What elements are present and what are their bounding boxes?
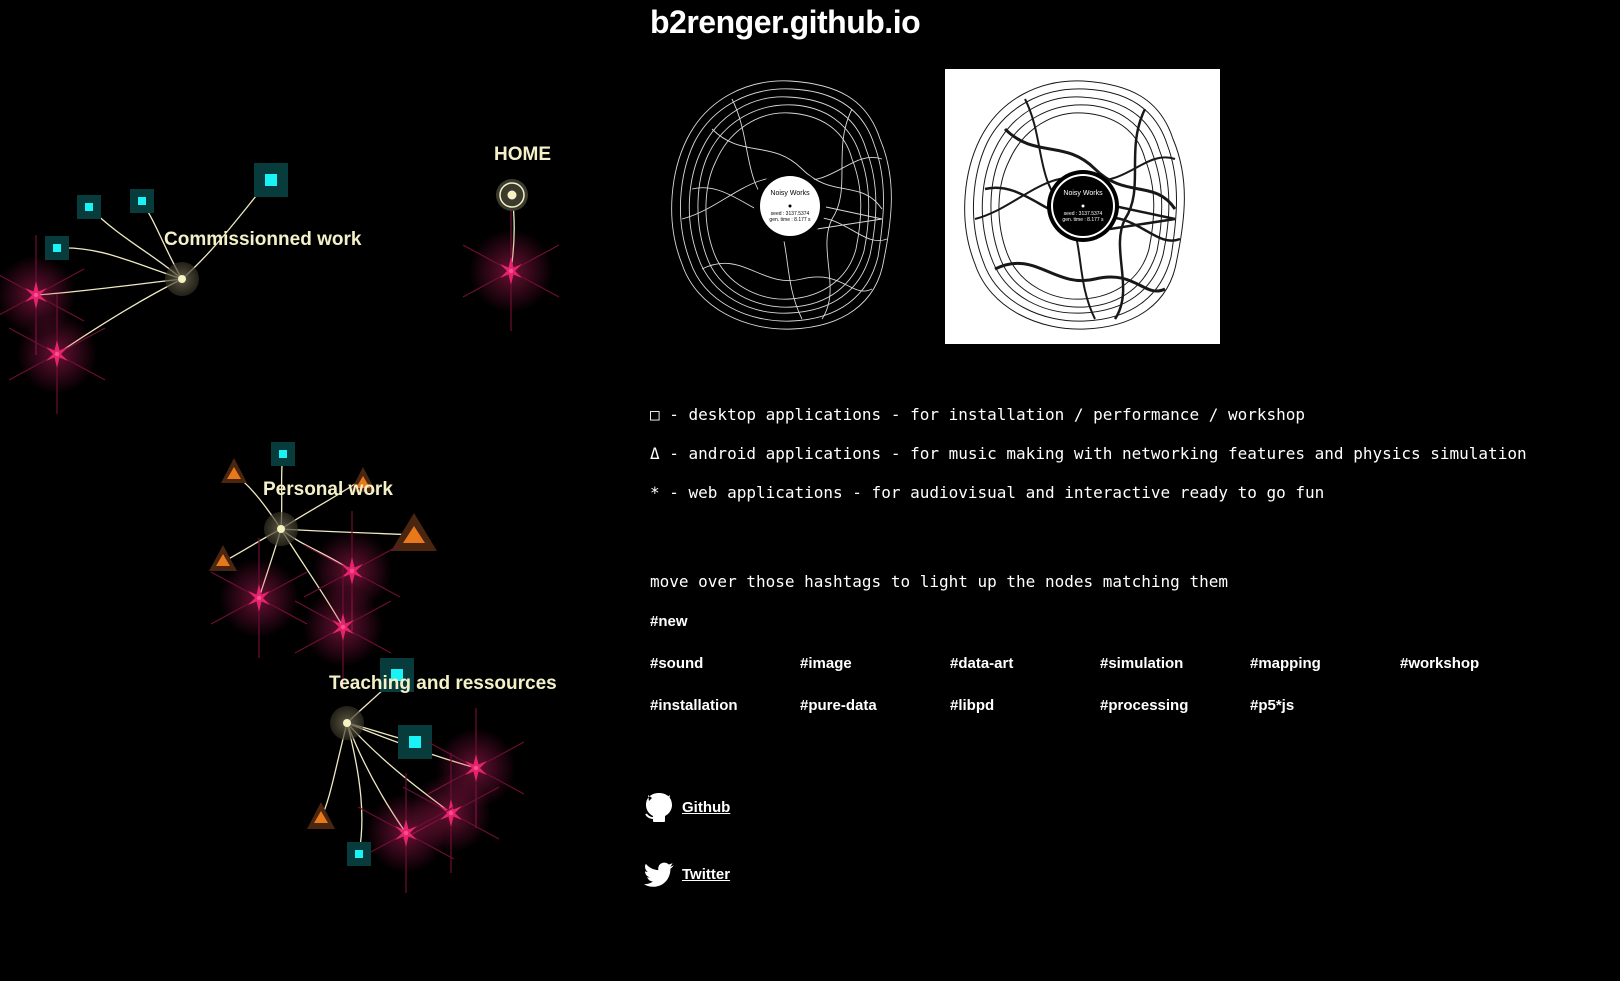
commissioned-hub[interactable] bbox=[165, 262, 199, 296]
preview-light-gentime: gen. time : 8.177 s bbox=[1062, 217, 1104, 223]
desktop-square-node[interactable] bbox=[398, 725, 432, 759]
android-triangle-node[interactable] bbox=[307, 802, 335, 829]
preview-light-title: Noisy Works bbox=[1063, 190, 1103, 197]
preview-dark-gentime: gen. time : 8.177 s bbox=[769, 217, 811, 223]
tag-installation[interactable]: #installation bbox=[650, 697, 738, 714]
android-triangle-node[interactable] bbox=[221, 458, 247, 483]
tag-p5js[interactable]: #p5*js bbox=[1250, 697, 1294, 714]
desktop-square-node[interactable] bbox=[77, 195, 101, 219]
github-icon[interactable] bbox=[642, 790, 676, 824]
tag-mapping[interactable]: #mapping bbox=[1250, 655, 1321, 672]
legend-android: Δ - android applications - for music mak… bbox=[650, 444, 1527, 463]
web-star-node[interactable] bbox=[462, 210, 560, 332]
hashtag-hint: move over those hashtags to light up the… bbox=[650, 572, 1228, 591]
desktop-square-node[interactable] bbox=[45, 236, 69, 260]
project-graph[interactable]: HOME Commissionned work Personal work Te… bbox=[0, 0, 600, 981]
site-title: b2renger.github.io bbox=[650, 4, 921, 40]
desktop-square-node[interactable] bbox=[271, 442, 295, 466]
home-label[interactable]: HOME bbox=[494, 144, 551, 165]
tag-sound[interactable]: #sound bbox=[650, 655, 703, 672]
tag-pure-data[interactable]: #pure-data bbox=[800, 697, 877, 714]
desktop-square-node[interactable] bbox=[130, 189, 154, 213]
personal-hub[interactable] bbox=[264, 512, 298, 546]
personal-label[interactable]: Personal work bbox=[263, 479, 393, 500]
desktop-square-node[interactable] bbox=[347, 842, 371, 866]
android-triangle-node[interactable] bbox=[209, 545, 237, 571]
commissioned-label[interactable]: Commissionned work bbox=[164, 229, 362, 250]
preview-dark-title: Noisy Works bbox=[770, 190, 810, 197]
home-node[interactable] bbox=[496, 179, 528, 211]
legend-desktop: □ - desktop applications - for installat… bbox=[650, 405, 1306, 424]
github-link[interactable]: Github bbox=[682, 799, 730, 816]
teaching-hub[interactable] bbox=[330, 706, 364, 740]
tag-simulation[interactable]: #simulation bbox=[1100, 655, 1183, 672]
twitter-link[interactable]: Twitter bbox=[682, 866, 730, 883]
github-link-row[interactable]: Github bbox=[642, 789, 730, 825]
tag-workshop[interactable]: #workshop bbox=[1400, 655, 1479, 672]
twitter-icon[interactable] bbox=[642, 859, 676, 889]
page: HOME Commissionned work Personal work Te… bbox=[0, 0, 1620, 981]
tag-libpd[interactable]: #libpd bbox=[950, 697, 994, 714]
desktop-square-node[interactable] bbox=[254, 163, 288, 197]
noisy-works-preview-light[interactable]: Noisy Works seed : 3137.5374 gen. time :… bbox=[945, 69, 1220, 344]
twitter-link-row[interactable]: Twitter bbox=[642, 856, 730, 892]
tag-new[interactable]: #new bbox=[650, 613, 688, 630]
tag-data-art[interactable]: #data-art bbox=[950, 655, 1013, 672]
noisy-works-preview-dark[interactable]: Noisy Works seed : 3137.5374 gen. time :… bbox=[652, 69, 927, 344]
legend-web: * - web applications - for audiovisual a… bbox=[650, 483, 1325, 502]
tag-processing[interactable]: #processing bbox=[1100, 697, 1188, 714]
teaching-label[interactable]: Teaching and ressources bbox=[329, 673, 557, 694]
android-triangle-node[interactable] bbox=[391, 513, 437, 551]
tag-image[interactable]: #image bbox=[800, 655, 852, 672]
